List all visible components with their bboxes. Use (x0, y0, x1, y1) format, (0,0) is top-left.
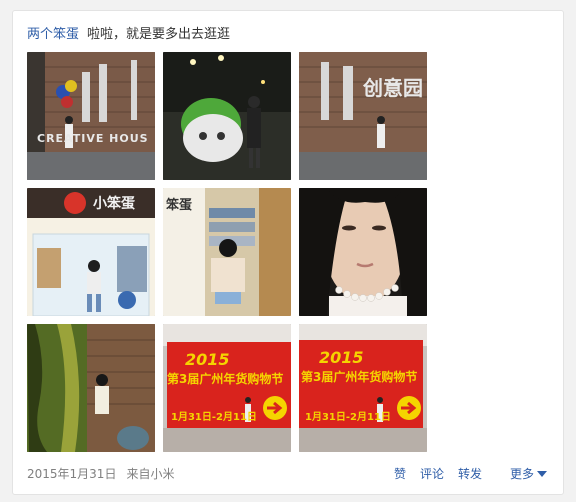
photo-painted-wall[interactable] (27, 324, 155, 452)
photo-shop-entrance[interactable]: 小笨蛋 (27, 188, 155, 316)
photo-festival-banner-1[interactable]: 2015 第3届广州年货购物节 1月31日-2月11日 (163, 324, 291, 452)
like-button[interactable]: 赞 (394, 467, 406, 481)
photo-sign-text: 小笨蛋 (93, 196, 135, 212)
photo-chat-logo-night[interactable] (163, 52, 291, 180)
post-date-link[interactable]: 2015年1月31日 (27, 467, 116, 481)
banner-dates-text: 1月31日-2月11日 (171, 412, 257, 423)
more-label: 更多 (509, 467, 534, 481)
banner-title-text: 第3届广州年货购物节 (301, 370, 418, 384)
photo-sign-text: 笨蛋 (166, 198, 193, 213)
photo-festival-banner-2[interactable]: 2015 第3届广州年货购物节 1月31日-2月11日 (299, 324, 427, 452)
post-text: 啦啦，就是要多出去逛逛 (87, 27, 231, 42)
author-name-link[interactable]: 两个笨蛋 (27, 27, 79, 42)
post-source: 来自小米 (126, 467, 175, 481)
post-footer: 2015年1月31日 来自小米 赞评论 转发 更多 (27, 464, 547, 484)
banner-year-text: 2015 (319, 348, 364, 367)
photo-selfie-face[interactable] (299, 188, 427, 316)
photo-bookshelf-girl[interactable]: 笨蛋 (163, 188, 291, 316)
more-button[interactable]: 更多 (496, 467, 547, 481)
photo-sign-text: 创意园 (363, 76, 423, 100)
post-actions: 赞评论 转发 更多 (380, 464, 547, 484)
weibo-post-card: 两个笨蛋 啦啦，就是要多出去逛逛 CREATIVE HOUS 创意园 小笨蛋 笨… (12, 10, 564, 495)
photo-creative-house-sign[interactable]: 创意园 (299, 52, 427, 180)
post-header: 两个笨蛋 啦啦，就是要多出去逛逛 (27, 25, 230, 45)
photo-sign-text: CREATIVE HOUS (37, 132, 149, 145)
caret-down-icon (537, 471, 547, 477)
repost-button[interactable]: 转发 (458, 467, 482, 481)
banner-title-text: 第3届广州年货购物节 (167, 372, 284, 386)
comment-button[interactable]: 评论 (420, 467, 444, 481)
banner-year-text: 2015 (185, 350, 230, 369)
banner-dates-text: 1月31日-2月11日 (305, 412, 391, 423)
photo-creative-house-wall[interactable]: CREATIVE HOUS (27, 52, 155, 180)
